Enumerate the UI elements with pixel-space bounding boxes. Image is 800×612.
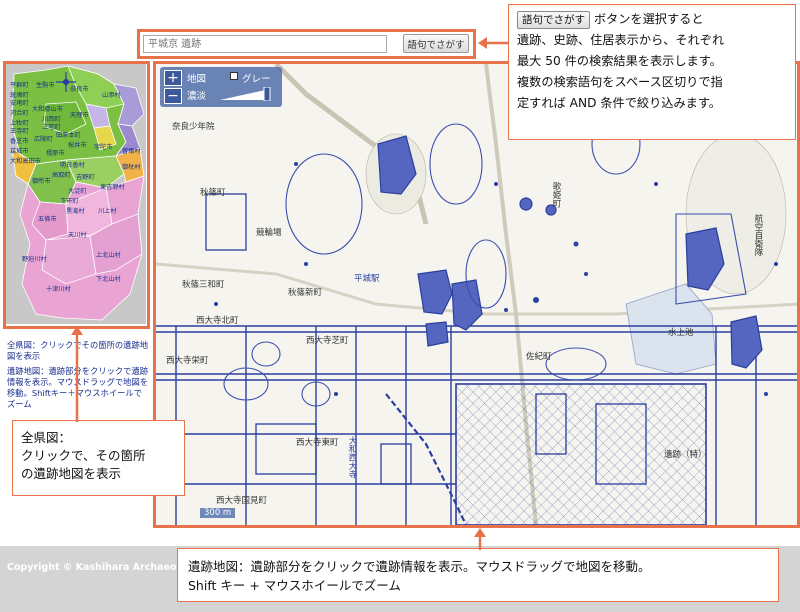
opacity-label: 濃淡: [187, 91, 207, 102]
search-key-chip: 語句でさがす: [517, 11, 590, 29]
region-label: 川上村: [98, 208, 117, 215]
map-label: 平城駅: [354, 274, 380, 284]
map-label: 西大寺北町: [196, 316, 239, 326]
map-label: 秋篠町: [200, 188, 226, 198]
map-label: 西大寺国見町: [216, 496, 268, 506]
map-label: 西大寺芝町: [306, 336, 349, 346]
region-label: 東吉野村: [100, 184, 125, 191]
region-label: 野迫川村: [22, 256, 47, 263]
region-label: 生駒市: [36, 82, 55, 89]
scale-bar: 300 m: [200, 508, 236, 518]
map-label: 西大寺東町: [296, 438, 339, 448]
map-label: 歌姫町: [551, 182, 561, 208]
region-label: 高取町: [52, 172, 71, 179]
callout-text: 遺跡、史跡、住居表示から、それぞれ: [517, 33, 725, 47]
zoom-out-button[interactable]: −: [164, 88, 182, 104]
map-label: 水上池: [668, 328, 694, 338]
region-label: 桜井市: [68, 142, 87, 149]
callout-text: ボタンを選択すると: [593, 12, 704, 26]
region-label: 河合町: [10, 110, 29, 117]
region-label: 橿原市: [46, 150, 65, 157]
callout-text: の遺跡地図を表示: [21, 466, 122, 481]
site-map-help-callout: 遺跡地図：遺跡部分をクリックで遺跡情報を表示。マウスドラッグで地図を移動。 Sh…: [177, 548, 779, 602]
region-label: 黒滝村: [66, 208, 85, 215]
callout-text: 全県図：: [21, 430, 72, 445]
map-label: 大和西大寺: [347, 436, 357, 479]
region-label: 安堵町: [10, 100, 29, 107]
region-label: 下市町: [60, 198, 79, 205]
map-label: 競輪場: [256, 228, 282, 238]
arrow-up-icon: [474, 528, 486, 550]
search-button[interactable]: 語句でさがす: [403, 34, 469, 53]
map-label: 秋篠新町: [288, 288, 323, 298]
arrow-left-icon: [478, 37, 508, 49]
callout-text: 複数の検索語句をスペース区切りで指: [517, 75, 723, 89]
region-label: 奈良市: [70, 86, 89, 93]
region-label: 田原本町: [56, 132, 81, 139]
region-label: 香芝市: [10, 138, 29, 145]
overview-region-labels: 平群町 生駒市 奈良市 山添村 斑鳩町 安堵町 大和郡山市 天理市 川西町 三宅…: [6, 64, 146, 324]
region-label: 王寺町: [10, 128, 29, 135]
region-label: 曽爾村: [122, 148, 141, 155]
region-label: 大淀町: [68, 188, 87, 195]
region-label: 大和高田市: [10, 158, 41, 165]
region-label: 御杖村: [122, 164, 141, 171]
search-input[interactable]: [143, 35, 387, 53]
region-label: 天理市: [70, 112, 89, 119]
map-label: 航空自衛隊: [753, 214, 763, 257]
callout-text: 最大 50 件の検索結果を表示します。: [517, 54, 722, 68]
overview-help-callout: 全県図： クリックで、その箇所 の遺跡地図を表示: [12, 420, 185, 496]
region-label: 山添村: [102, 92, 121, 99]
map-layer-label: 地図: [187, 74, 207, 85]
region-label: 大和郡山市: [32, 106, 63, 113]
region-label: 天川村: [68, 232, 87, 239]
callout-text: Shift キー + マウスホイールでズーム: [188, 578, 401, 593]
region-label: 平群町: [10, 82, 29, 89]
map-label: 秋篠三和町: [182, 280, 225, 290]
map-controls: + − 地図 グレー 濃淡: [160, 67, 282, 107]
arrow-up-icon: [71, 326, 83, 422]
region-label: 上北山村: [96, 252, 121, 259]
region-label: 御所市: [32, 178, 51, 185]
callout-text: 定すれば AND 条件で絞り込みます。: [517, 96, 721, 110]
region-label: 吉野町: [76, 174, 95, 181]
region-label: 五條市: [38, 216, 57, 223]
region-label: 明日香村: [60, 162, 85, 169]
map-label: 遺跡（特）: [664, 450, 707, 460]
gray-checkbox[interactable]: [230, 72, 238, 80]
callout-text: 遺跡地図：遺跡部分をクリックで遺跡情報を表示。マウスドラッグで地図を移動。: [188, 559, 651, 574]
map-label: 佐紀町: [526, 352, 552, 362]
region-label: 広陵町: [34, 136, 53, 143]
copyright-text: Copyright © Kashihara Archaeol: [7, 562, 180, 573]
search-help-callout: 語句でさがす ボタンを選択すると 遺跡、史跡、住居表示から、それぞれ 最大 50…: [508, 4, 796, 140]
region-label: 十津川村: [46, 286, 71, 293]
gray-label: グレー: [242, 74, 271, 85]
region-label: 下北山村: [96, 276, 121, 283]
opacity-slider[interactable]: [220, 87, 276, 101]
region-label: 宇陀市: [94, 144, 113, 151]
region-label: 葛城市: [10, 148, 29, 155]
map-label: 奈良少年院: [172, 122, 215, 132]
map-label: 西大寺栄町: [166, 356, 209, 366]
callout-text: クリックで、その箇所: [21, 448, 146, 463]
overview-map[interactable]: 平群町 生駒市 奈良市 山添村 斑鳩町 安堵町 大和郡山市 天理市 川西町 三宅…: [6, 64, 146, 324]
zoom-in-button[interactable]: +: [164, 70, 182, 86]
